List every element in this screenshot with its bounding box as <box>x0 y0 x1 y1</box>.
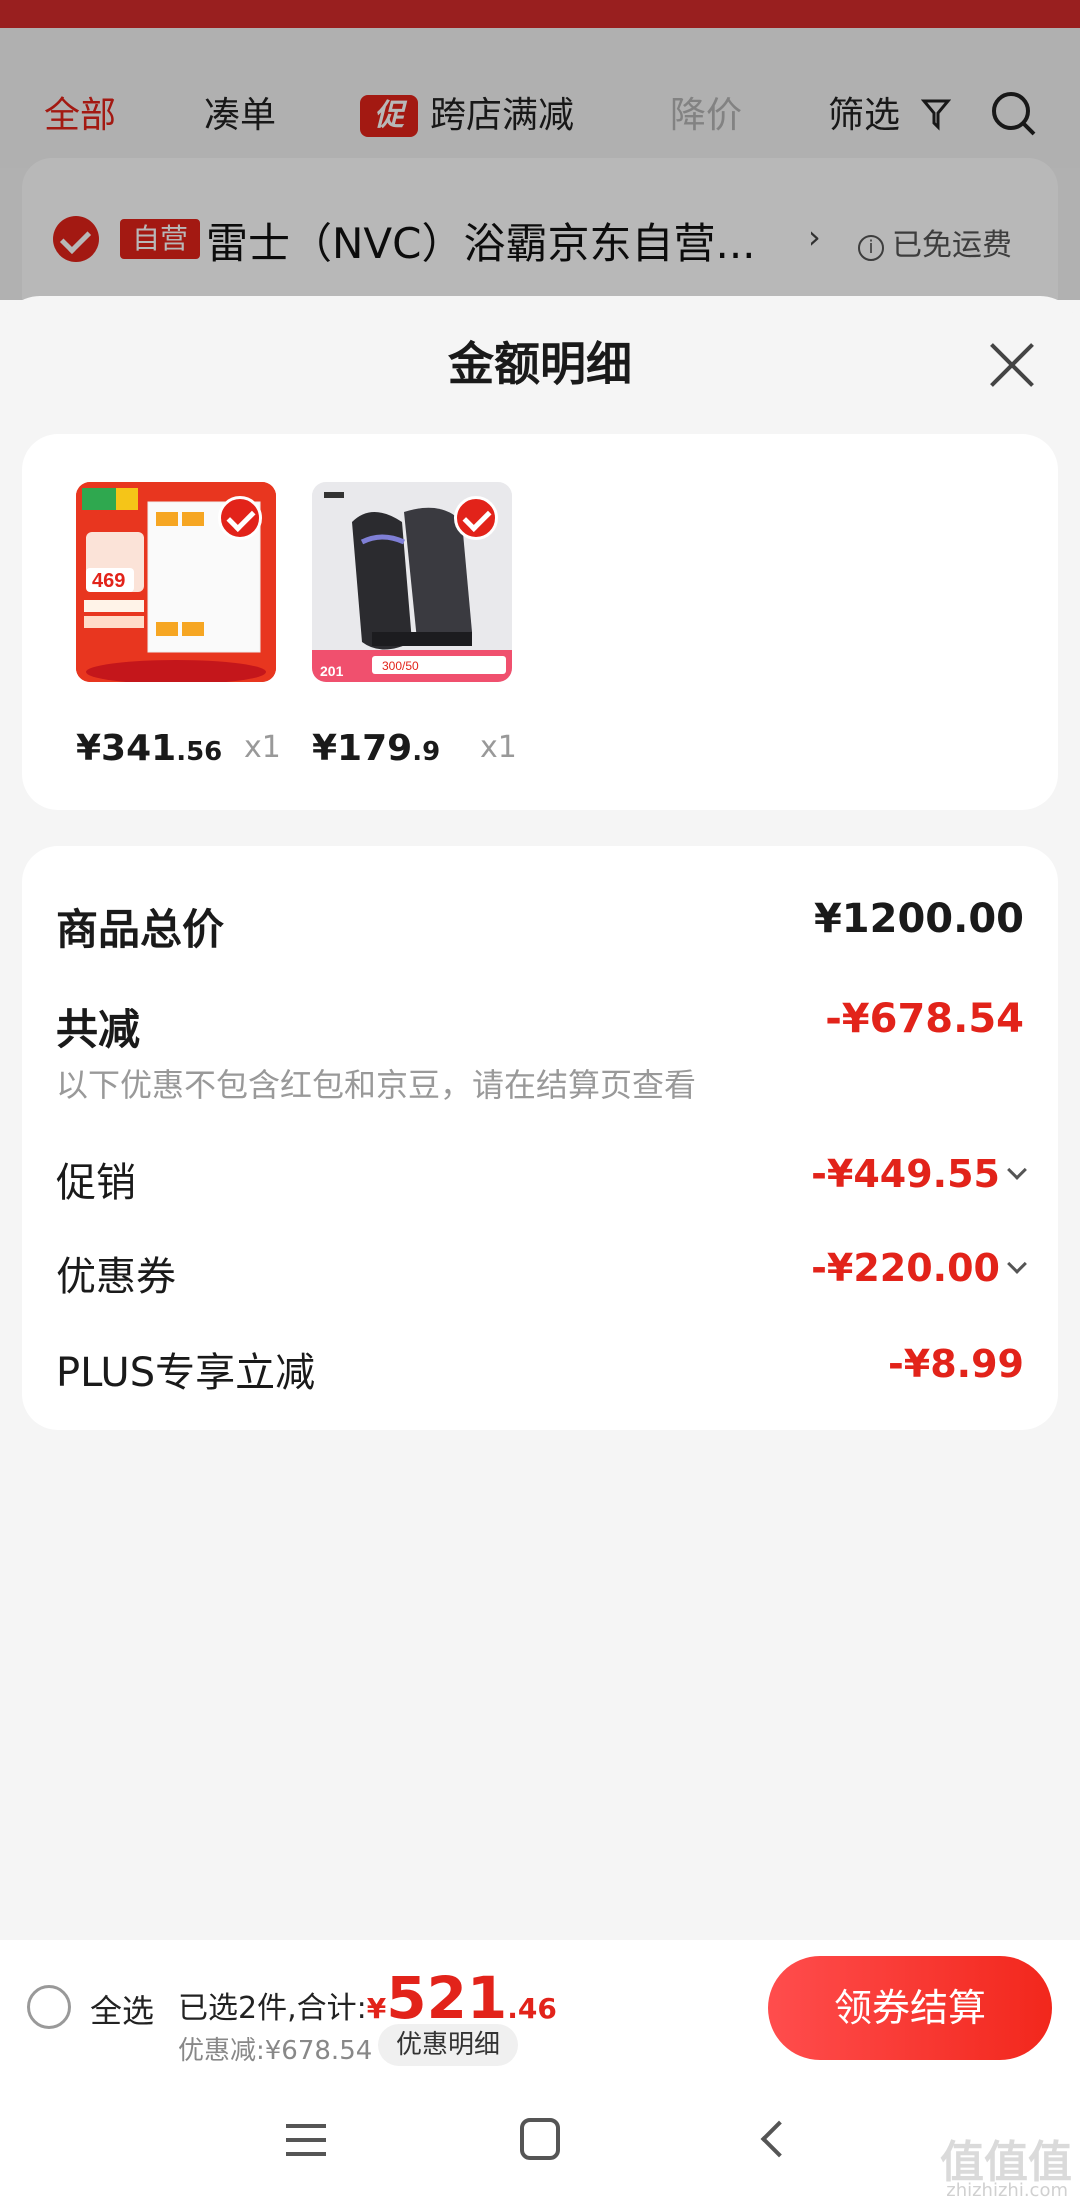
back-icon[interactable] <box>760 2120 798 2158</box>
product-price: ¥341.56 <box>76 728 222 769</box>
product-item[interactable]: 300/50 201 ¥179.9 x1 <box>312 482 517 782</box>
system-nav-bar <box>0 2076 1080 2209</box>
plus-value: -¥8.99 <box>888 1342 1024 1386</box>
product-quantity: x1 <box>244 730 281 765</box>
total-amount: ¥521.46 <box>366 1964 557 2032</box>
close-icon[interactable] <box>984 336 1040 392</box>
reduce-value: -¥678.54 <box>825 996 1024 1042</box>
price-decimal: .9 <box>412 737 441 767</box>
total-integer: 521 <box>386 1964 508 2032</box>
svg-text:300/50: 300/50 <box>382 659 419 673</box>
amount-detail-sheet: 金额明细 469 ¥341.56 x1 300/50 201 ¥179.9 x1… <box>0 296 1080 1940</box>
product-price: ¥179.9 <box>312 728 440 769</box>
total-decimal: .46 <box>507 1992 557 2025</box>
coupon-label: 优惠券 <box>56 1254 176 1300</box>
product-quantity: x1 <box>480 730 517 765</box>
svg-text:201: 201 <box>320 663 344 679</box>
price-main: ¥179 <box>312 728 413 769</box>
discount-note: 以下优惠不包含红包和京豆，请在结算页查看 <box>56 1066 697 1104</box>
select-all-radio[interactable] <box>27 1985 71 2029</box>
product-checked-icon[interactable] <box>454 496 498 540</box>
reduce-label: 共减 <box>56 1005 141 1054</box>
promotion-label: 促销 <box>56 1160 136 1206</box>
plus-label: PLUS专享立减 <box>56 1350 316 1396</box>
product-checked-icon[interactable] <box>218 496 262 540</box>
home-icon[interactable] <box>520 2118 560 2160</box>
checkout-bar: 全选 已选2件,合计:¥521.46 优惠减:¥678.54 优惠明细 领券结算 <box>0 1940 1080 2076</box>
select-all-label[interactable]: 全选 <box>90 1986 154 2032</box>
promotion-value: -¥449.55 <box>811 1152 1000 1196</box>
price-decimal: .56 <box>176 737 223 767</box>
recent-apps-icon[interactable] <box>286 2124 326 2158</box>
discount-summary: 优惠减:¥678.54 <box>178 2036 373 2066</box>
coupon-row-value[interactable]: -¥220.00 <box>811 1246 1027 1290</box>
chevron-down-icon <box>1007 1160 1027 1180</box>
discount-detail-button[interactable]: 优惠明细 <box>378 2024 519 2066</box>
checkout-button[interactable]: 领券结算 <box>768 1956 1052 2060</box>
promotion-row-value[interactable]: -¥449.55 <box>811 1152 1027 1196</box>
watermark-url: zhizhizhi.com <box>946 2180 1068 2201</box>
selected-summary: 已选2件,合计:¥521.46 <box>178 1964 557 2032</box>
sheet-title: 金额明细 <box>448 337 632 391</box>
total-currency: ¥ <box>366 1992 387 2025</box>
svg-text:469: 469 <box>92 570 125 592</box>
total-value: ¥1200.00 <box>813 896 1024 942</box>
total-label: 商品总价 <box>56 905 225 954</box>
product-item[interactable]: 469 ¥341.56 x1 <box>76 482 281 782</box>
products-card: 469 ¥341.56 x1 300/50 201 ¥179.9 x1 <box>22 434 1058 810</box>
summary-card: 商品总价 ¥1200.00 共减 -¥678.54 以下优惠不包含红包和京豆，请… <box>22 846 1058 1430</box>
price-main: ¥341 <box>76 728 177 769</box>
chevron-down-icon <box>1007 1254 1027 1274</box>
overlay-dim[interactable] <box>0 0 1080 300</box>
selected-prefix: 已选2件,合计: <box>178 1991 367 2026</box>
coupon-value: -¥220.00 <box>811 1246 1000 1290</box>
